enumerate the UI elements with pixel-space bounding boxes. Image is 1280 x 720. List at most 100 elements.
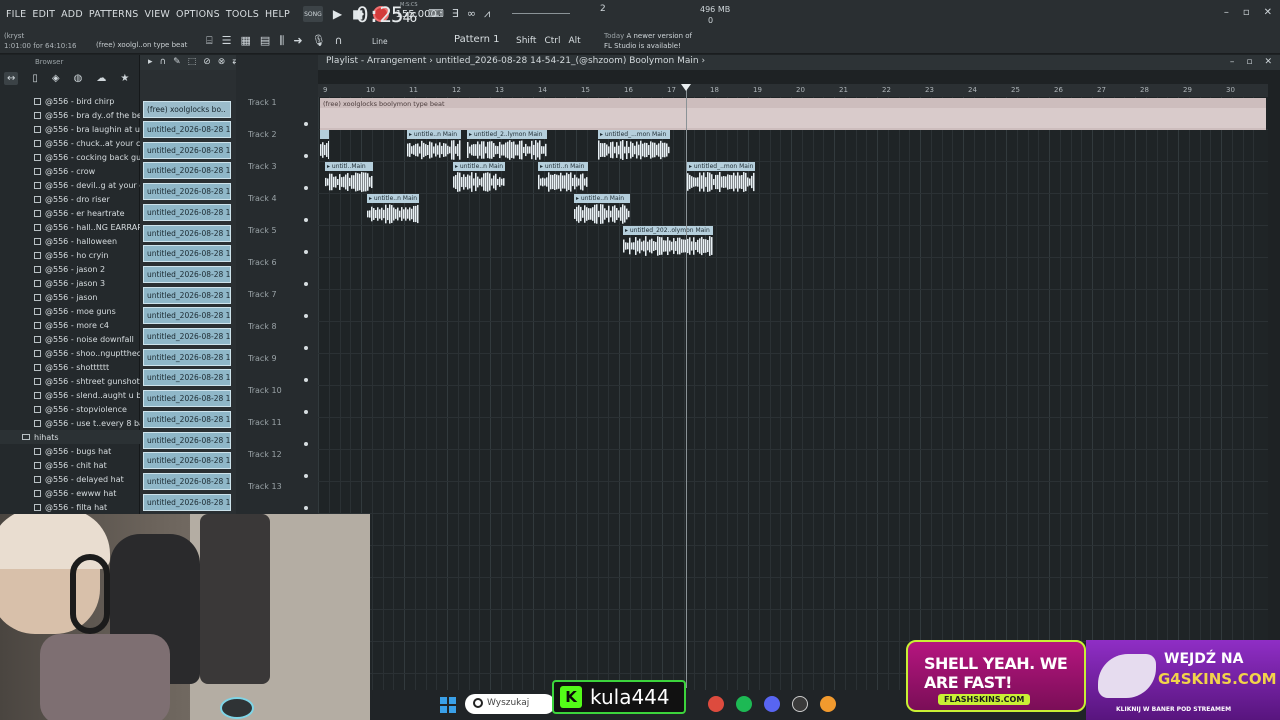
browser-file-item[interactable]: @556 - halloween [0, 234, 140, 248]
track-name[interactable]: Track 12 [248, 450, 282, 459]
browser-file-item[interactable]: @556 - shtreet gunshot [0, 374, 140, 388]
piano-roll-icon[interactable]: ▦ [240, 34, 250, 48]
discord-icon[interactable] [764, 696, 780, 712]
clip-source-item[interactable]: untitled_2026-08-28 14- [143, 286, 231, 304]
clip-source-item[interactable]: untitled_2026-08-28 14- [143, 452, 231, 470]
paint-tool-icon[interactable]: ⬚ [188, 57, 197, 67]
maximize-icon[interactable]: ▫ [1243, 7, 1250, 18]
track-mute-indicator[interactable] [304, 346, 308, 350]
browser-file-item[interactable]: @556 - filta hat [0, 500, 140, 514]
pattern-clip[interactable]: ▸ untitl..Main [325, 162, 373, 193]
browser-file-item[interactable]: @556 - moe guns [0, 304, 140, 318]
master-pitch-slider[interactable] [512, 13, 570, 14]
browser-file-item[interactable]: @556 - jason 2 [0, 262, 140, 276]
alt-key[interactable]: Alt [568, 36, 580, 46]
mixer-icon[interactable]: ⫼ [279, 34, 284, 48]
pattern-selector[interactable]: Pattern 1 [454, 34, 500, 45]
clip-source-item[interactable]: untitled_2026-08-28 14- [143, 348, 231, 366]
browser-file-item[interactable]: @556 - shoo..ngupttheclub [0, 346, 140, 360]
track-mute-indicator[interactable] [304, 410, 308, 414]
chrome-icon[interactable] [708, 696, 724, 712]
pattern-clip[interactable]: ▸ untitled_..mon Main [687, 162, 755, 193]
browser-file-item[interactable]: @556 - jason 3 [0, 276, 140, 290]
clip-source-item[interactable]: untitled_2026-08-28 14- [143, 472, 231, 490]
plugin-icon[interactable]: ◈ [52, 73, 60, 84]
track-mute-indicator[interactable] [304, 506, 308, 510]
track-name[interactable]: Track 13 [248, 482, 282, 491]
browser-file-item[interactable]: @556 - cocking back gun [0, 150, 140, 164]
browser-file-item[interactable]: @556 - slend..aught u bro [0, 388, 140, 402]
obs-icon[interactable] [792, 696, 808, 712]
track-mute-indicator[interactable] [304, 442, 308, 446]
globe-icon[interactable]: ◍ [74, 73, 83, 84]
channel-rack-icon[interactable]: ▤ [260, 34, 270, 48]
snap-mode-select[interactable]: Line [372, 37, 388, 46]
playlist-maximize-icon[interactable]: ▫ [1246, 57, 1252, 67]
browser-file-item[interactable]: @556 - chit hat [0, 458, 140, 472]
clip-source-item[interactable]: untitled_2026-08-28 14- [143, 307, 231, 325]
track-mute-indicator[interactable] [304, 218, 308, 222]
clip-source-item[interactable]: untitled_2026-08-28 14- [143, 203, 231, 221]
browser-file-item[interactable]: @556 - bra laughin at u [0, 122, 140, 136]
browser-folder-hihats[interactable]: hihats [0, 430, 140, 444]
track-name[interactable]: Track 7 [248, 290, 277, 299]
menu-view[interactable]: VIEW [142, 9, 174, 20]
clip-source-item[interactable]: untitled_2026-08-28 14- [143, 493, 231, 511]
track-mute-indicator[interactable] [304, 378, 308, 382]
track-name[interactable]: Track 4 [248, 194, 277, 203]
song-mode-toggle[interactable]: SONG [302, 6, 323, 22]
track-name[interactable]: Track 6 [248, 258, 277, 267]
fl-studio-icon[interactable] [820, 696, 836, 712]
browser-file-item[interactable]: @556 - bra dy..of the beat [0, 108, 140, 122]
browser-file-item[interactable]: @556 - use t..every 8 bars [0, 416, 140, 430]
track-name[interactable]: Track 10 [248, 386, 282, 395]
clip-source-item[interactable]: untitled_2026-08-28 14- [143, 265, 231, 283]
track-mute-indicator[interactable] [304, 314, 308, 318]
menu-arrow-icon[interactable]: ▸ [148, 57, 153, 67]
close-icon[interactable]: ✕ [1264, 7, 1272, 18]
browser-file-item[interactable]: @556 - shotttttt [0, 360, 140, 374]
clip-source-item[interactable]: untitled_2026-08-28 14- [143, 390, 231, 408]
pattern-clip[interactable]: ▸ untitled_202..olymon Main [623, 226, 713, 257]
snap-icon[interactable]: ⌸ [206, 34, 213, 48]
news-panel[interactable]: Today A newer version of FL Studio is av… [604, 31, 692, 51]
browser-file-item[interactable]: @556 - ho cryin [0, 248, 140, 262]
star-icon[interactable]: ★ [120, 73, 129, 84]
browser-collapse-icon[interactable]: ↔ [4, 71, 19, 85]
clip-source-item[interactable]: untitled_2026-08-28 14- [143, 224, 231, 242]
browser-file-item[interactable]: @556 - crow [0, 164, 140, 178]
metronome-icon[interactable]: ⩘ [484, 7, 490, 21]
browser-file-item[interactable]: @556 - stopviolence [0, 402, 140, 416]
ctrl-key[interactable]: Ctrl [544, 36, 560, 46]
pattern-clip[interactable]: ▸ untitle..n Main [367, 194, 419, 225]
menu-help[interactable]: HELP [262, 9, 293, 20]
play-icon[interactable]: ▶ [333, 7, 342, 21]
microphone-icon[interactable]: 🎙 [312, 34, 326, 48]
clip-source-item[interactable]: untitled_2026-08-28 14- [143, 183, 231, 201]
browser-file-item[interactable]: @556 - delayed hat [0, 472, 140, 486]
playhead-marker[interactable] [681, 84, 691, 91]
delete-tool-icon[interactable]: ⊘ [203, 57, 211, 67]
step-icon[interactable]: ∃ [452, 7, 459, 21]
track-mute-indicator[interactable] [304, 122, 308, 126]
pattern-clip[interactable]: ▸ untitled_2..lymon Main [467, 130, 547, 161]
browser-file-item[interactable]: @556 - bugs hat [0, 444, 140, 458]
track-name[interactable]: Track 1 [248, 98, 277, 107]
browser-file-item[interactable]: @556 - chuck..at your cut [0, 136, 140, 150]
menu-tools[interactable]: TOOLS [223, 9, 262, 20]
clip-source-item[interactable]: untitled_2026-08-28 14- [143, 121, 231, 138]
windows-start-icon[interactable] [440, 697, 456, 713]
pattern-clip[interactable]: ▸ untitled_...mon Main [598, 130, 670, 161]
clip-source-item[interactable]: untitled_2026-08-28 14- [143, 162, 231, 180]
track-mute-indicator[interactable] [304, 282, 308, 286]
pattern-clip[interactable]: ▸ untitle..n Main [453, 162, 505, 193]
browser-file-item[interactable]: @556 - jason [0, 290, 140, 304]
shift-key[interactable]: Shift [516, 36, 536, 46]
track-mute-indicator[interactable] [304, 154, 308, 158]
pattern-clip[interactable]: ▸ untitl..n Main [538, 162, 588, 193]
clip-source-item[interactable]: untitled_2026-08-28 14- [143, 245, 231, 263]
pattern-clip[interactable]: ▸ untitle..n Main [407, 130, 461, 161]
loop-icon[interactable]: ∞ [467, 7, 476, 21]
track-mute-indicator[interactable] [304, 250, 308, 254]
browser-file-item[interactable]: @556 - bird chirp [0, 94, 140, 108]
